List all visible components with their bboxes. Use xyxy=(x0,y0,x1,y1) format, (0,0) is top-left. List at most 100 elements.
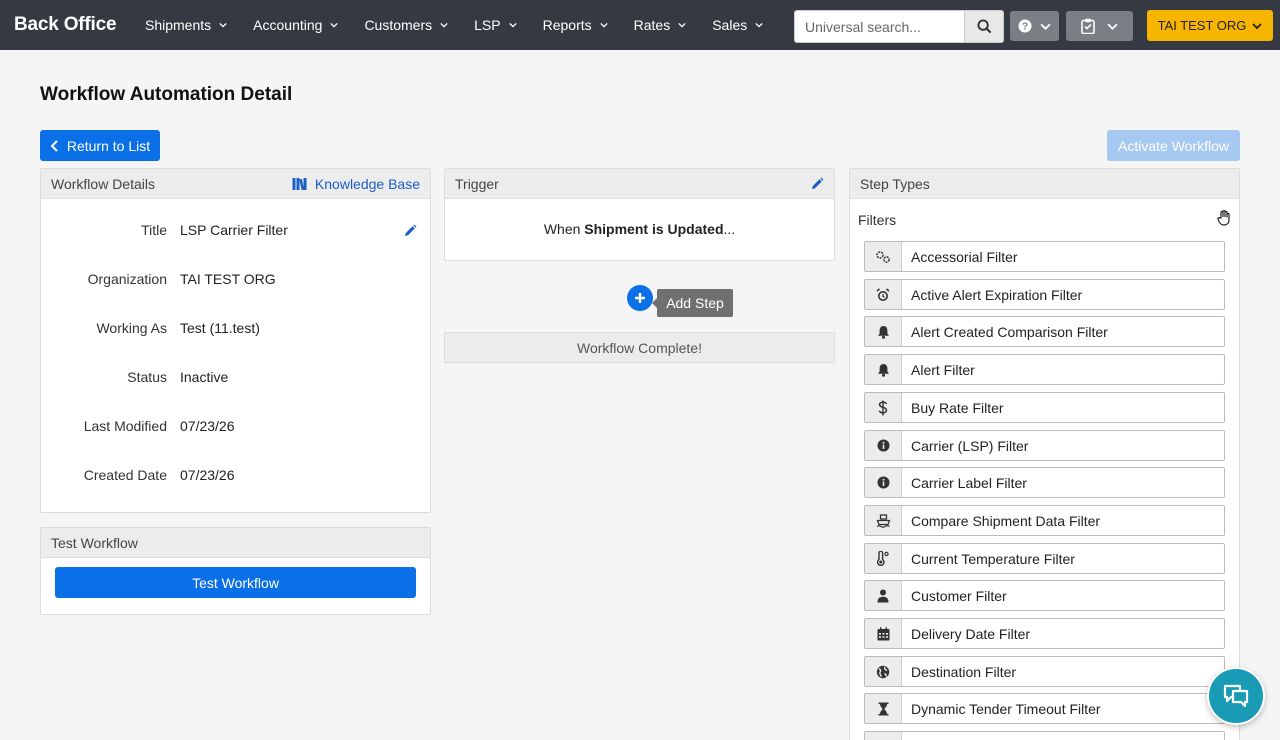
pencil-icon[interactable] xyxy=(810,177,824,191)
step-item-buy-rate-filter[interactable]: Buy Rate Filter xyxy=(864,392,1225,423)
step-label: Destination Filter xyxy=(911,663,1017,680)
add-step-button[interactable] xyxy=(627,285,653,311)
step-type-icon xyxy=(865,732,902,740)
nav-sales[interactable]: Sales xyxy=(712,0,763,50)
step-item-destination-filter[interactable]: Destination Filter xyxy=(864,656,1225,687)
step-types-panel: Step Types Filters Accessorial Filter Ac… xyxy=(849,168,1240,740)
chevron-down-icon xyxy=(755,22,763,28)
detail-value: 07/23/26 xyxy=(180,418,235,434)
step-item-carrier-label-filter[interactable]: Carrier Label Filter xyxy=(864,467,1225,498)
search-icon xyxy=(976,19,991,34)
detail-row-created-date: Created Date 07/23/26 xyxy=(41,467,430,487)
step-item-carrier-lsp-filter[interactable]: Carrier (LSP) Filter xyxy=(864,430,1225,461)
activate-workflow-button[interactable]: Activate Workflow xyxy=(1107,130,1240,161)
step-label: Compare Shipment Data Filter xyxy=(911,512,1101,529)
nav-rates[interactable]: Rates xyxy=(634,0,687,50)
detail-value: 07/23/26 xyxy=(180,467,235,483)
detail-row-working-as: Working As Test (11.test) xyxy=(41,320,430,340)
test-workflow-header: Test Workflow xyxy=(41,528,430,558)
step-label: Carrier Label Filter xyxy=(911,474,1027,491)
detail-label: Working As xyxy=(96,320,167,336)
page-title: Workflow Automation Detail xyxy=(40,84,293,105)
bell-icon xyxy=(865,317,902,346)
step-item-compare-shipment-data-filter[interactable]: Compare Shipment Data Filter xyxy=(864,505,1225,536)
chat-support-button[interactable] xyxy=(1207,667,1265,725)
pencil-icon[interactable] xyxy=(403,224,417,238)
search-button[interactable] xyxy=(965,10,1004,43)
org-label: TAI TEST ORG xyxy=(1157,18,1247,33)
workflow-details-header: Workflow Details Knowledge Base xyxy=(41,169,430,199)
chat-bubbles-icon xyxy=(1223,684,1249,708)
step-item-active-alert-expiration-filter[interactable]: Active Alert Expiration Filter xyxy=(864,279,1225,310)
info-icon xyxy=(865,468,902,497)
step-item-partial[interactable] xyxy=(864,731,1225,740)
nav-label: Customers xyxy=(364,17,433,33)
bell-icon xyxy=(865,355,902,384)
step-item-current-temperature-filter[interactable]: Current Temperature Filter xyxy=(864,543,1225,574)
ship-icon xyxy=(865,506,902,535)
nav-label: Shipments xyxy=(145,17,212,33)
knowledge-base-link[interactable]: Knowledge Base xyxy=(292,176,420,192)
nav-shipments[interactable]: Shipments xyxy=(145,0,227,50)
detail-value: TAI TEST ORG xyxy=(180,271,276,287)
detail-label: Status xyxy=(127,369,167,385)
add-step-tooltip: Add Step xyxy=(652,289,733,317)
gears-icon xyxy=(865,242,902,271)
panel-title: Test Workflow xyxy=(51,534,138,551)
trigger-suffix: ... xyxy=(723,221,736,237)
help-menu-button[interactable]: ? xyxy=(1010,11,1059,41)
alarm-clock-icon xyxy=(865,280,902,309)
test-workflow-panel: Test Workflow Test Workflow xyxy=(40,527,431,615)
step-item-dynamic-tender-timeout-filter[interactable]: Dynamic Tender Timeout Filter xyxy=(864,693,1225,724)
svg-text:?: ? xyxy=(1022,22,1028,33)
step-label: Carrier (LSP) Filter xyxy=(911,437,1029,454)
step-item-alert-created-comparison-filter[interactable]: Alert Created Comparison Filter xyxy=(864,316,1225,347)
workflow-details-panel: Workflow Details Knowledge Base Title LS… xyxy=(40,168,431,513)
step-label: Active Alert Expiration Filter xyxy=(911,286,1083,303)
nav-label: LSP xyxy=(474,17,501,33)
return-to-list-button[interactable]: Return to List xyxy=(40,130,160,161)
globe-icon xyxy=(865,657,902,686)
nav-label: Rates xyxy=(633,17,671,33)
panel-title: Workflow Details xyxy=(51,175,155,192)
step-label: Customer Filter xyxy=(911,587,1007,604)
panel-title: Trigger xyxy=(455,175,499,192)
person-icon xyxy=(865,581,902,610)
step-label: Current Temperature Filter xyxy=(911,550,1075,567)
chevron-down-icon xyxy=(1107,23,1118,30)
nav-accounting[interactable]: Accounting xyxy=(253,0,339,50)
step-types-header: Step Types xyxy=(850,169,1239,199)
nav-customers[interactable]: Customers xyxy=(364,0,448,50)
clipboard-menu-button[interactable] xyxy=(1066,11,1133,41)
trigger-event: Shipment is Updated xyxy=(584,221,724,237)
info-icon xyxy=(865,431,902,460)
detail-value: Test (11.test) xyxy=(180,320,260,336)
step-item-accessorial-filter[interactable]: Accessorial Filter xyxy=(864,241,1225,272)
nav-lsp[interactable]: LSP xyxy=(474,0,517,50)
panel-title: Step Types xyxy=(860,175,930,192)
trigger-prefix: When xyxy=(543,221,585,237)
chevron-down-icon xyxy=(1252,22,1263,29)
chevron-down-icon xyxy=(1040,23,1051,30)
step-label: Delivery Date Filter xyxy=(911,625,1031,642)
step-item-customer-filter[interactable]: Customer Filter xyxy=(864,580,1225,611)
step-item-alert-filter[interactable]: Alert Filter xyxy=(864,354,1225,385)
detail-row-status: Status Inactive xyxy=(41,369,430,389)
test-workflow-button[interactable]: Test Workflow xyxy=(55,567,416,598)
clipboard-icon xyxy=(1081,18,1095,34)
nav-reports[interactable]: Reports xyxy=(543,0,608,50)
universal-search xyxy=(794,10,1004,43)
dollar-icon xyxy=(865,393,902,422)
step-label: Accessorial Filter xyxy=(911,248,1018,265)
detail-value: LSP Carrier Filter xyxy=(180,222,288,238)
step-label: Alert Filter xyxy=(911,361,975,378)
brand-logo[interactable]: Back Office xyxy=(14,14,145,36)
organization-menu-button[interactable]: TAI TEST ORG xyxy=(1147,10,1273,41)
step-item-delivery-date-filter[interactable]: Delivery Date Filter xyxy=(864,618,1225,649)
chevron-down-icon xyxy=(599,22,608,28)
search-input[interactable] xyxy=(794,10,965,43)
detail-label: Created Date xyxy=(83,467,167,483)
thermometer-icon xyxy=(865,544,902,573)
trigger-description: When Shipment is Updated... xyxy=(445,221,834,237)
step-label: Buy Rate Filter xyxy=(911,399,1004,416)
